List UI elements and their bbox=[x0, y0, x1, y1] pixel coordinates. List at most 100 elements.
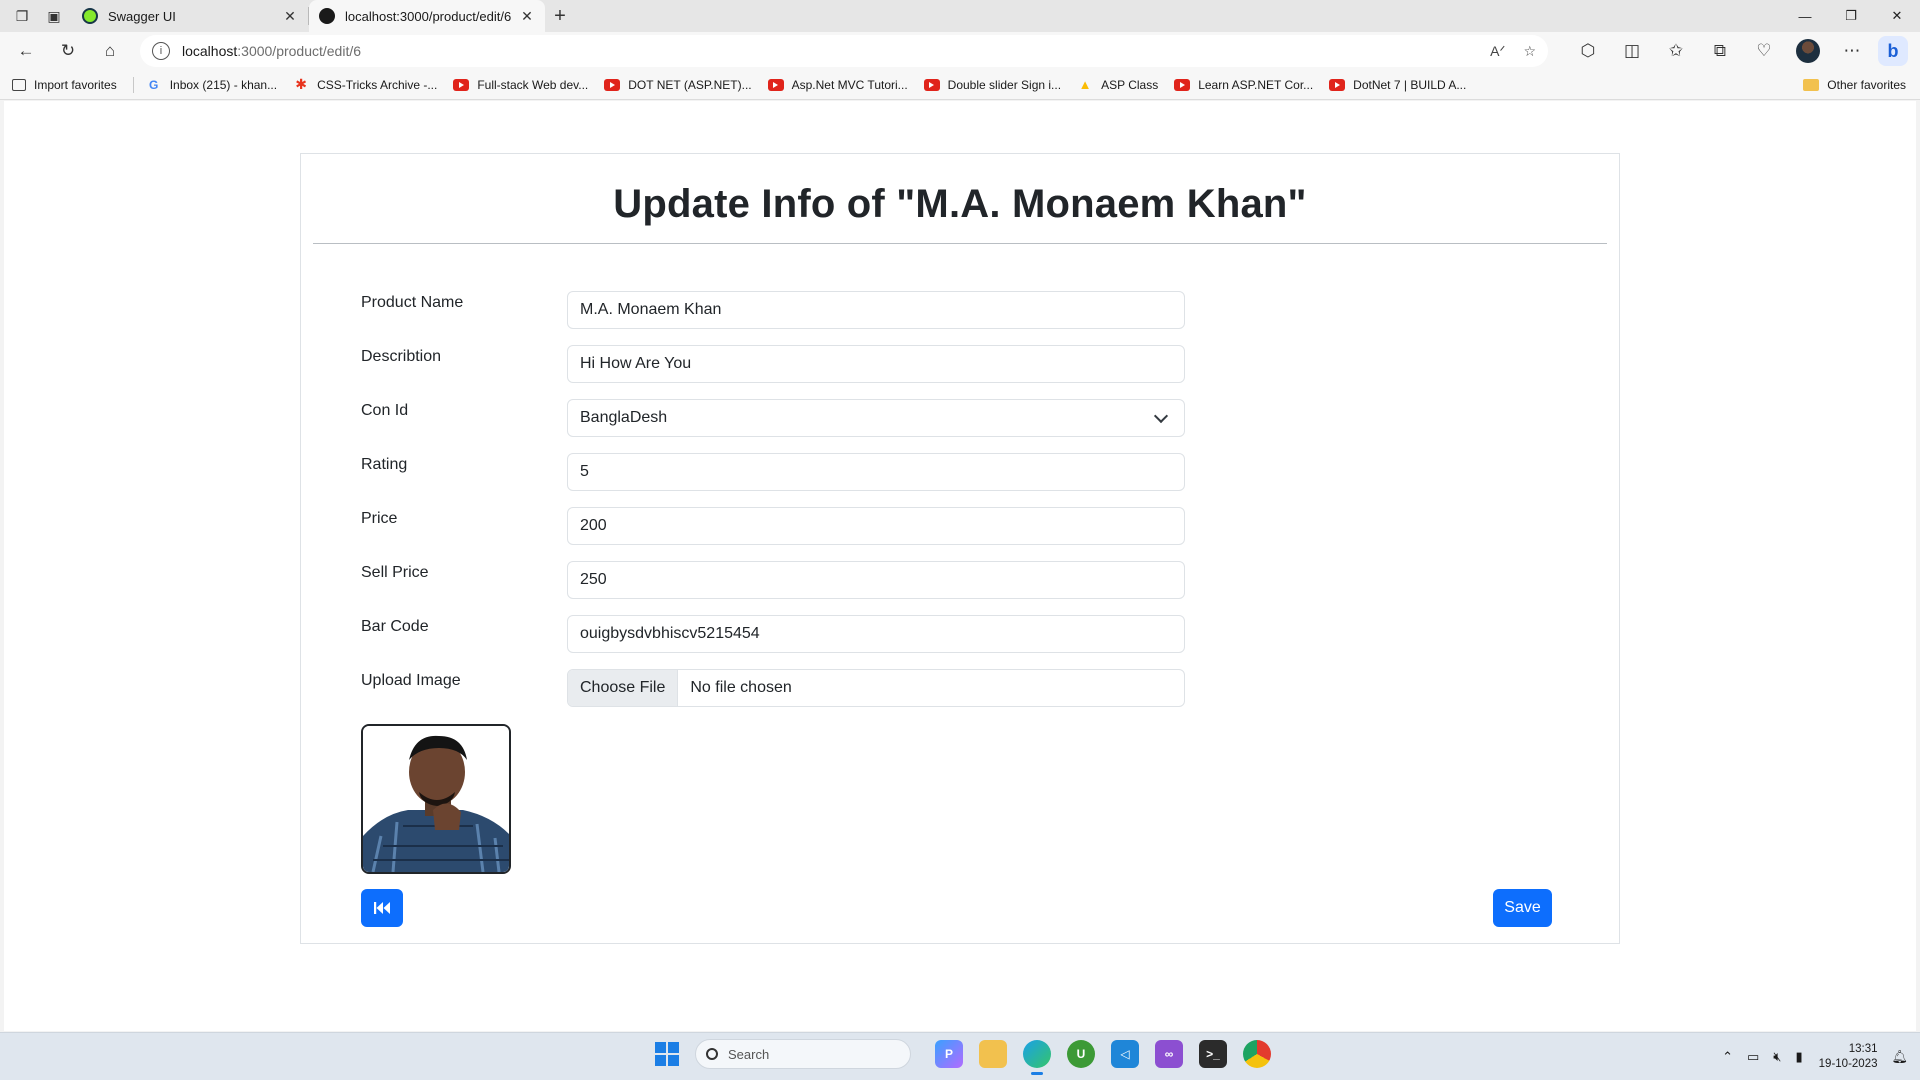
youtube-icon bbox=[604, 78, 621, 91]
more-icon[interactable]: ⋯ bbox=[1836, 35, 1868, 67]
address-bar[interactable]: i localhost:3000/product/edit/6 Aᐟ ☆ bbox=[140, 35, 1548, 67]
terminal-icon[interactable]: >_ bbox=[1199, 1040, 1227, 1068]
save-button[interactable]: Save bbox=[1493, 889, 1552, 927]
upload-image-label: Upload Image bbox=[361, 672, 461, 689]
sell-price-label: Sell Price bbox=[361, 564, 429, 581]
restore-icon[interactable]: ❐ bbox=[1828, 0, 1874, 32]
speaker-muted-icon[interactable]: 🔇︎ bbox=[1773, 1049, 1781, 1065]
back-button[interactable] bbox=[361, 889, 403, 927]
folder-icon bbox=[1803, 78, 1820, 91]
profile-avatar[interactable] bbox=[1792, 35, 1824, 67]
rating-input[interactable]: 5 bbox=[567, 453, 1185, 491]
favorite-item[interactable]: Import favorites bbox=[12, 78, 117, 92]
close-tab-icon[interactable]: ✕ bbox=[282, 8, 298, 25]
minimize-icon[interactable]: — bbox=[1782, 0, 1828, 32]
battery-icon[interactable]: ▮ bbox=[1796, 1049, 1803, 1065]
back-icon[interactable]: ← bbox=[10, 35, 42, 67]
sell-price-input[interactable]: 250 bbox=[567, 561, 1185, 599]
split-screen-icon[interactable]: ◫ bbox=[1616, 35, 1648, 67]
favorite-item[interactable]: ▲ ASP Class bbox=[1077, 77, 1159, 92]
css-tricks-icon: ✱ bbox=[295, 76, 307, 92]
collections-icon[interactable]: ⧉ bbox=[1704, 35, 1736, 67]
file-upload-input[interactable]: Choose File No file chosen bbox=[567, 669, 1185, 707]
browser-toolbar: ← ↻ ⌂ i localhost:3000/product/edit/6 Aᐟ… bbox=[0, 32, 1920, 70]
other-favorites-label: Other favorites bbox=[1827, 77, 1906, 92]
react-favicon-icon bbox=[319, 8, 335, 24]
page-title: Update Info of "M.A. Monaem Khan" bbox=[613, 182, 1307, 226]
favorite-item[interactable]: DotNet 7 | BUILD A... bbox=[1329, 78, 1466, 92]
favorites-divider bbox=[132, 76, 134, 93]
close-window-icon[interactable]: ✕ bbox=[1874, 0, 1920, 32]
refresh-icon[interactable]: ↻ bbox=[52, 35, 84, 67]
favorite-item[interactable]: Double slider Sign i... bbox=[923, 77, 1062, 92]
tab-product-edit[interactable]: localhost:3000/product/edit/6 ✕ bbox=[309, 0, 545, 32]
chevron-up-icon[interactable]: ⌃ bbox=[1722, 1049, 1733, 1065]
favorite-star-icon[interactable]: ☆ bbox=[1523, 43, 1536, 60]
site-info-icon[interactable]: i bbox=[152, 42, 170, 60]
youtube-icon bbox=[923, 78, 940, 91]
rating-row: Rating 5 bbox=[361, 453, 1185, 491]
description-row: Describtion Hi How Are You bbox=[361, 345, 1185, 383]
portrait-photo bbox=[363, 726, 509, 872]
search-icon bbox=[706, 1048, 718, 1060]
favorites-icon[interactable]: ✩ bbox=[1660, 35, 1692, 67]
favorite-item[interactable]: G Inbox (215) - khan... bbox=[146, 78, 277, 92]
home-icon[interactable]: ⌂ bbox=[94, 35, 126, 67]
display-icon[interactable]: ▭ bbox=[1747, 1049, 1759, 1065]
favorite-label: Double slider Sign i... bbox=[947, 77, 1062, 92]
tab-title: Swagger UI bbox=[108, 8, 176, 24]
youtube-icon bbox=[767, 78, 784, 91]
product-name-label: Product Name bbox=[361, 294, 464, 311]
taskbar-search[interactable]: Search bbox=[695, 1039, 911, 1069]
tab-swagger[interactable]: Swagger UI ✕ bbox=[72, 0, 308, 32]
description-label: Describtion bbox=[361, 348, 442, 365]
favorite-label: Inbox (215) - khan... bbox=[169, 77, 278, 92]
favorites-bar: Import favorites G Inbox (215) - khan... … bbox=[0, 70, 1920, 100]
other-favorites[interactable]: Other favorites bbox=[1803, 78, 1906, 92]
upload-image-row: Upload Image Choose File No file chosen bbox=[361, 669, 1185, 707]
read-aloud-icon[interactable]: Aᐟ bbox=[1490, 43, 1505, 60]
close-tab-icon[interactable]: ✕ bbox=[519, 8, 535, 25]
workspaces-icon[interactable]: ❐ bbox=[8, 2, 36, 30]
visual-studio-icon[interactable]: ∞ bbox=[1155, 1040, 1183, 1068]
url-path: :3000/product/edit/6 bbox=[237, 43, 362, 59]
favorite-item[interactable]: ✱ CSS-Tricks Archive -... bbox=[293, 76, 437, 92]
page-viewport: Update Info of "M.A. Monaem Khan" Produc… bbox=[4, 101, 1916, 1031]
tab-strip: ❐ ▣ Swagger UI ✕ localhost:3000/product/… bbox=[0, 0, 1920, 32]
clock[interactable]: 13:31 19-10-2023 bbox=[1819, 1042, 1878, 1072]
description-input[interactable]: Hi How Are You bbox=[567, 345, 1185, 383]
price-input[interactable]: 200 bbox=[567, 507, 1185, 545]
edge-browser-icon[interactable] bbox=[1023, 1040, 1051, 1075]
favorite-item[interactable]: Full-stack Web dev... bbox=[453, 78, 588, 92]
upwork-icon[interactable]: U bbox=[1067, 1040, 1095, 1068]
vscode-icon[interactable]: ◁ bbox=[1111, 1040, 1139, 1068]
favorite-item[interactable]: Learn ASP.NET Cor... bbox=[1174, 78, 1313, 92]
file-explorer-icon[interactable] bbox=[979, 1040, 1007, 1068]
favorite-label: Import favorites bbox=[34, 77, 117, 92]
url-text[interactable]: localhost:3000/product/edit/6 bbox=[182, 43, 1472, 59]
copilot-preview-icon[interactable]: P bbox=[935, 1040, 963, 1068]
product-name-input[interactable]: M.A. Monaem Khan bbox=[567, 291, 1185, 329]
extensions-icon[interactable]: ⬡ bbox=[1572, 35, 1604, 67]
browser-essentials-icon[interactable]: ♡ bbox=[1748, 35, 1780, 67]
chrome-icon[interactable] bbox=[1243, 1040, 1271, 1068]
favorite-item[interactable]: Asp.Net MVC Tutori... bbox=[767, 78, 908, 92]
bar-code-label: Bar Code bbox=[361, 618, 429, 635]
favorite-label: DOT NET (ASP.NET)... bbox=[628, 77, 752, 92]
chevron-down-icon bbox=[1153, 408, 1169, 423]
tab-actions-icon[interactable]: ▣ bbox=[40, 2, 68, 30]
bar-code-input[interactable]: ouigbysdvbhiscv5215454 bbox=[567, 615, 1185, 653]
swagger-favicon-icon bbox=[82, 8, 98, 24]
price-row: Price 200 bbox=[361, 507, 1185, 545]
con-id-label: Con Id bbox=[361, 402, 409, 419]
con-id-select[interactable]: BanglaDesh bbox=[567, 399, 1185, 437]
notification-bell-icon[interactable]: 🔔︎ bbox=[1891, 1049, 1908, 1065]
new-tab-button[interactable]: + bbox=[545, 0, 575, 32]
google-drive-icon: ▲ bbox=[1078, 77, 1092, 92]
choose-file-button[interactable]: Choose File bbox=[568, 670, 679, 706]
copilot-icon[interactable]: b bbox=[1878, 36, 1908, 66]
rating-label: Rating bbox=[361, 456, 408, 473]
windows-start-icon[interactable] bbox=[655, 1042, 679, 1066]
favorite-item[interactable]: DOT NET (ASP.NET)... bbox=[604, 77, 752, 92]
youtube-icon bbox=[453, 78, 470, 91]
